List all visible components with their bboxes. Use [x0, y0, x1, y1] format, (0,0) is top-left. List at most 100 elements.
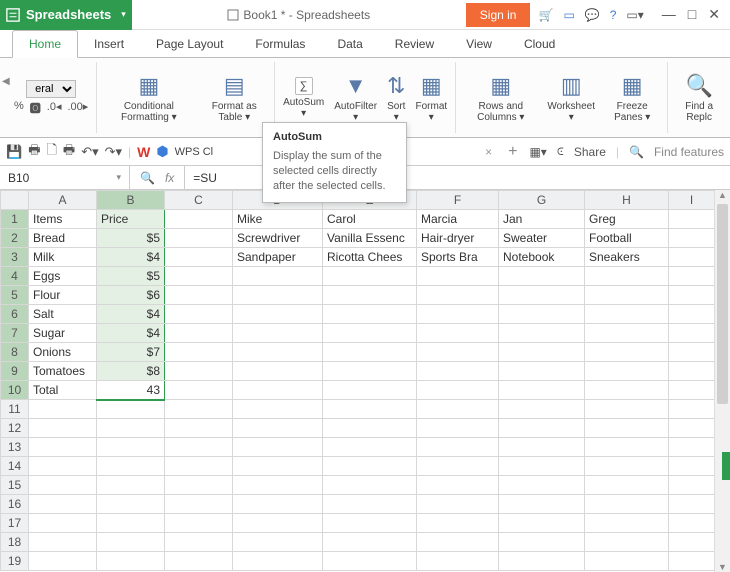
maximize-button[interactable]: □	[688, 6, 696, 23]
cell-F5[interactable]	[417, 286, 499, 305]
percent-button[interactable]: %	[14, 100, 24, 116]
cell-H2[interactable]: Football	[585, 229, 669, 248]
cell-D16[interactable]	[233, 495, 323, 514]
cell-D18[interactable]	[233, 533, 323, 552]
cell-A10[interactable]: Total	[29, 381, 97, 400]
cell-G6[interactable]	[499, 305, 585, 324]
cell-E3[interactable]: Ricotta Chees	[323, 248, 417, 267]
cell-H10[interactable]	[585, 381, 669, 400]
cell-G11[interactable]	[499, 400, 585, 419]
cell-B19[interactable]	[97, 552, 165, 571]
cell-I8[interactable]	[669, 343, 715, 362]
cell-G12[interactable]	[499, 419, 585, 438]
undo-icon[interactable]: ↶▾	[81, 144, 98, 160]
cell-I3[interactable]	[669, 248, 715, 267]
cell-A5[interactable]: Flour	[29, 286, 97, 305]
cell-C19[interactable]	[165, 552, 233, 571]
freeze-panes-button[interactable]: ▦ Freeze Panes ▾	[605, 73, 659, 123]
cell-D11[interactable]	[233, 400, 323, 419]
select-all-corner[interactable]	[1, 191, 29, 210]
cell-H8[interactable]	[585, 343, 669, 362]
tab-page-layout[interactable]: Page Layout	[140, 31, 239, 57]
format-as-table-button[interactable]: ▤ Format as Table ▾	[202, 73, 266, 123]
cell-F19[interactable]	[417, 552, 499, 571]
cell-F10[interactable]	[417, 381, 499, 400]
cell-D5[interactable]	[233, 286, 323, 305]
cell-D13[interactable]	[233, 438, 323, 457]
tab-review[interactable]: Review	[379, 31, 450, 57]
cell-I15[interactable]	[669, 476, 715, 495]
cell-E7[interactable]	[323, 324, 417, 343]
row-header-8[interactable]: 8	[1, 343, 29, 362]
cell-H16[interactable]	[585, 495, 669, 514]
cart-icon[interactable]: 🛒	[538, 8, 553, 22]
scroll-down-icon[interactable]: ▼	[715, 562, 730, 572]
cell-G13[interactable]	[499, 438, 585, 457]
cell-C17[interactable]	[165, 514, 233, 533]
cell-I2[interactable]	[669, 229, 715, 248]
cell-B18[interactable]	[97, 533, 165, 552]
cell-B2[interactable]: $5	[97, 229, 165, 248]
cell-A6[interactable]: Salt	[29, 305, 97, 324]
row-header-6[interactable]: 6	[1, 305, 29, 324]
cell-H18[interactable]	[585, 533, 669, 552]
print-preview-icon[interactable]: 🗋	[46, 141, 56, 163]
comma-button[interactable]: 🅾	[30, 100, 41, 116]
cell-A19[interactable]	[29, 552, 97, 571]
cell-B17[interactable]	[97, 514, 165, 533]
cell-E8[interactable]	[323, 343, 417, 362]
increase-decimal-button[interactable]: .00▸	[67, 100, 88, 116]
cell-G14[interactable]	[499, 457, 585, 476]
autofilter-button[interactable]: ▼ AutoFilter ▾	[334, 73, 377, 123]
cell-D4[interactable]	[233, 267, 323, 286]
cell-E9[interactable]	[323, 362, 417, 381]
side-handle[interactable]	[722, 452, 730, 480]
cell-C18[interactable]	[165, 533, 233, 552]
cell-C6[interactable]	[165, 305, 233, 324]
cell-E1[interactable]: Carol	[323, 210, 417, 229]
print-icon[interactable]: 🖶	[28, 141, 40, 163]
cell-D3[interactable]: Sandpaper	[233, 248, 323, 267]
cell-I1[interactable]	[669, 210, 715, 229]
cell-A13[interactable]	[29, 438, 97, 457]
cell-I9[interactable]	[669, 362, 715, 381]
cell-F13[interactable]	[417, 438, 499, 457]
vertical-scrollbar[interactable]: ▲ ▼	[714, 190, 730, 572]
cell-I12[interactable]	[669, 419, 715, 438]
scrollbar-thumb[interactable]	[717, 204, 728, 404]
cell-F17[interactable]	[417, 514, 499, 533]
cell-G1[interactable]: Jan	[499, 210, 585, 229]
cell-G3[interactable]: Notebook	[499, 248, 585, 267]
column-header-A[interactable]: A	[29, 191, 97, 210]
cell-F3[interactable]: Sports Bra	[417, 248, 499, 267]
cell-G10[interactable]	[499, 381, 585, 400]
cell-G7[interactable]	[499, 324, 585, 343]
cell-E5[interactable]	[323, 286, 417, 305]
cell-H15[interactable]	[585, 476, 669, 495]
cell-A3[interactable]: Milk	[29, 248, 97, 267]
cell-B1[interactable]: Price	[97, 210, 165, 229]
cell-E6[interactable]	[323, 305, 417, 324]
cell-F9[interactable]	[417, 362, 499, 381]
cell-B15[interactable]	[97, 476, 165, 495]
cell-E13[interactable]	[323, 438, 417, 457]
cell-B8[interactable]: $7	[97, 343, 165, 362]
cell-D1[interactable]: Mike	[233, 210, 323, 229]
share-icon[interactable]: ⪽	[557, 144, 564, 159]
row-header-5[interactable]: 5	[1, 286, 29, 305]
cell-B14[interactable]	[97, 457, 165, 476]
row-header-12[interactable]: 12	[1, 419, 29, 438]
row-header-1[interactable]: 1	[1, 210, 29, 229]
cell-A12[interactable]	[29, 419, 97, 438]
cell-A8[interactable]: Onions	[29, 343, 97, 362]
cell-B12[interactable]	[97, 419, 165, 438]
name-box-caret-icon[interactable]: ▾	[116, 172, 121, 183]
row-header-19[interactable]: 19	[1, 552, 29, 571]
cell-D19[interactable]	[233, 552, 323, 571]
sort-button[interactable]: ⇅ Sort ▾	[387, 73, 405, 123]
column-header-I[interactable]: I	[669, 191, 715, 210]
cell-E11[interactable]	[323, 400, 417, 419]
cell-D10[interactable]	[233, 381, 323, 400]
cell-E16[interactable]	[323, 495, 417, 514]
cell-A11[interactable]	[29, 400, 97, 419]
